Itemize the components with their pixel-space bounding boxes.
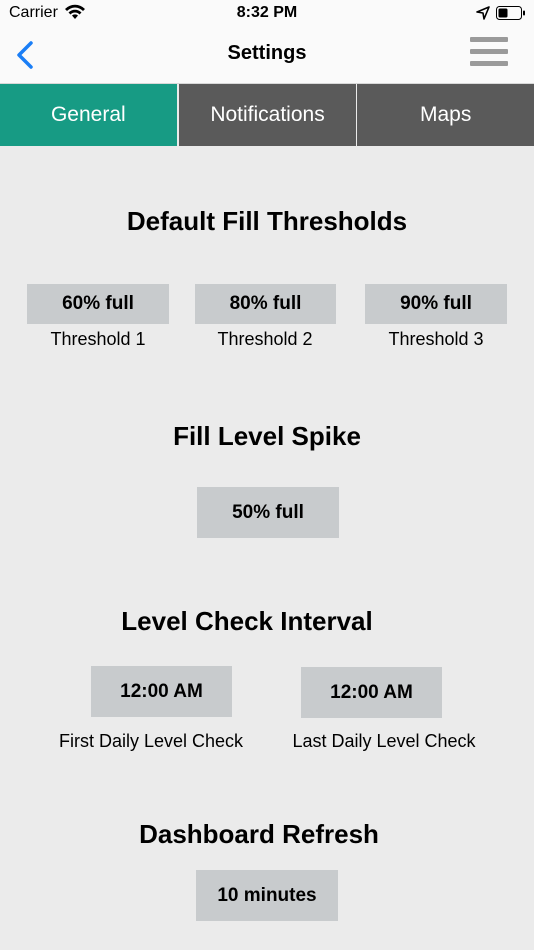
threshold-2-button[interactable]: 80% full xyxy=(195,284,336,324)
first-check-label: First Daily Level Check xyxy=(58,731,244,751)
tab-general[interactable]: General xyxy=(0,84,177,146)
threshold-3-button[interactable]: 90% full xyxy=(365,284,507,324)
fill-level-spike-heading: Fill Level Spike xyxy=(173,421,361,451)
threshold-1-button[interactable]: 60% full xyxy=(27,284,169,324)
refresh-interval-button[interactable]: 10 minutes xyxy=(196,870,338,921)
last-check-time-button[interactable]: 12:00 AM xyxy=(301,667,442,718)
location-arrow-icon xyxy=(476,6,490,20)
threshold-2-label: Threshold 2 xyxy=(217,329,313,349)
fill-thresholds-heading: Default Fill Thresholds xyxy=(126,206,408,236)
page-title: Settings xyxy=(227,42,307,64)
tab-bar: General Notifications Maps xyxy=(0,84,534,146)
battery-icon xyxy=(496,6,525,20)
level-check-interval-heading: Level Check Interval xyxy=(121,606,373,636)
status-bar: Carrier 8:32 PM xyxy=(0,0,534,28)
dashboard-refresh-heading: Dashboard Refresh xyxy=(139,819,379,849)
tab-maps[interactable]: Maps xyxy=(357,84,534,146)
threshold-3-label: Threshold 3 xyxy=(388,329,484,349)
tab-notifications[interactable]: Notifications xyxy=(178,84,357,146)
threshold-1-label: Threshold 1 xyxy=(50,329,146,349)
last-check-label: Last Daily Level Check xyxy=(292,731,476,751)
clock: 8:32 PM xyxy=(236,4,298,21)
first-check-time-button[interactable]: 12:00 AM xyxy=(91,666,232,717)
navigation-bar: Settings xyxy=(0,28,534,84)
hamburger-menu-icon[interactable] xyxy=(470,37,508,71)
spike-value-button[interactable]: 50% full xyxy=(197,487,339,538)
